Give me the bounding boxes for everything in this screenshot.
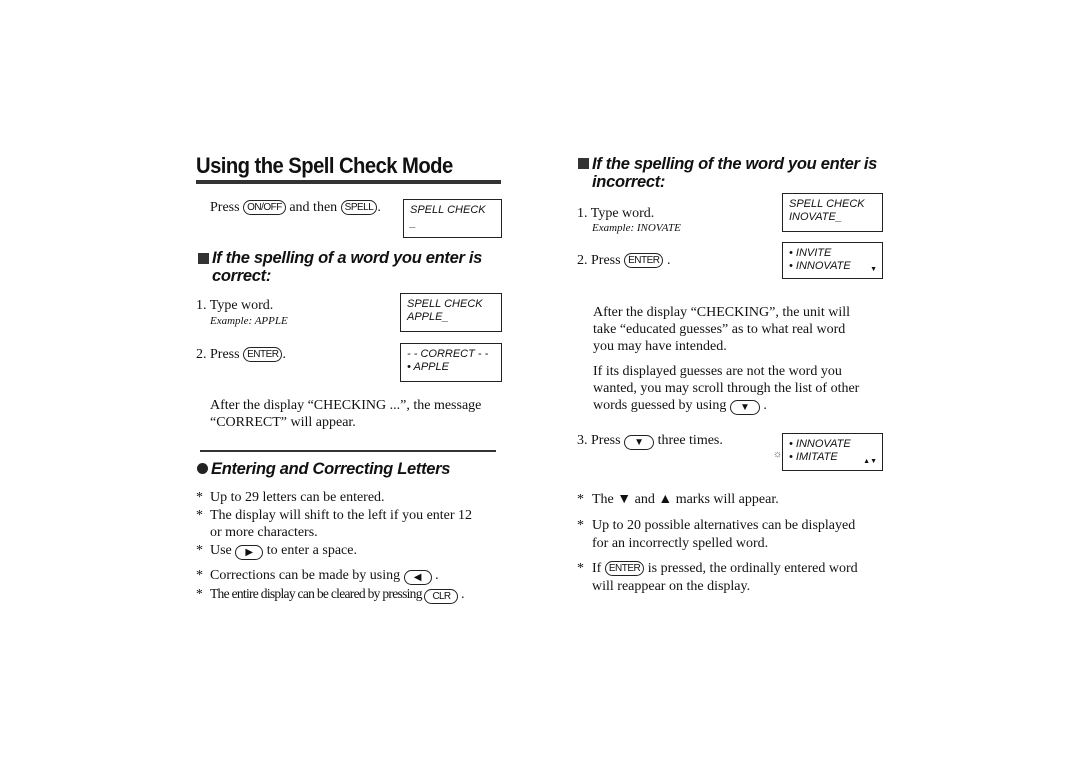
bullet-list: * Up to 29 letters can be entered. * The d… [196,490,473,604]
lcd-line: SPELL CHECK [410,204,486,216]
lcd-line: _ [410,217,417,229]
right-arrow-key-icon: ▶ [235,544,264,560]
intro-text: Press ON/OFF and then SPELL. [210,200,381,215]
section-heading-incorrect: If the spelling of the word you enter is… [592,155,878,191]
paragraph: After the display “CHECKING”, the unit w… [593,305,851,354]
clr-key: CLR [424,588,459,604]
square-bullet-icon [198,253,209,264]
lcd-line: SPELL CHECK [407,298,483,310]
step-2: 2. Press ENTER. [196,347,286,362]
list-item: for an incorrectly spelled word. [592,535,769,551]
list-item: Up to 29 letters can be entered. [210,490,385,505]
section-heading-entering: Entering and Correcting Letters [211,460,451,478]
list-item: * The entire display can be cleared by pr… [196,585,464,604]
list-item: or more characters. [210,525,318,540]
lcd-line: • APPLE [407,361,449,373]
bullet-list: * The ▼ and ▲ marks will appear. * Up to 2… [577,492,858,594]
lcd-line: • INVITE [789,247,832,259]
paragraph: After the display “CHECKING ...”, the me… [210,398,482,430]
square-bullet-icon [578,158,589,169]
enter-key: ENTER [624,253,664,268]
lcd-display-spell-check: SPELL CHECK _ [403,199,502,238]
down-indicator-icon: ▼ [870,266,877,273]
list-item: * Corrections can be made by using ◀ . [196,567,439,585]
on-off-key: ON/OFF [243,200,286,215]
list-item: will reappear on the display. [592,578,751,594]
list-item: Up to 20 possible alternatives can be di… [592,518,856,533]
enter-key: ENTER [604,560,645,576]
step-2: 2. Press ENTER . [577,253,671,268]
lcd-line: INOVATE_ [789,211,842,223]
example-text: Example: APPLE [210,315,288,327]
down-arrow-key-icon: ▼ [624,435,655,450]
lcd-line: SPELL CHECK [789,198,865,210]
list-item: The ▼ and ▲ marks will appear. [592,492,779,507]
up-down-indicator-icon: ▲▼ [863,458,877,465]
divider [200,450,496,452]
lcd-line: - - CORRECT - - [407,348,489,360]
down-arrow-key-icon: ▼ [729,400,760,415]
lcd-display-correct: - - CORRECT - - • APPLE [400,343,502,382]
section-heading-correct: If the spelling of a word you enter is co… [212,249,483,285]
spell-key: SPELL [340,200,378,215]
list-item: * Use ▶ to enter a space. [196,542,357,560]
lcd-line: • INNOVATE [789,438,851,450]
step-1: 1. Type word. [577,206,655,221]
enter-key: ENTER [243,347,283,362]
left-arrow-key-icon: ◀ [403,569,432,585]
lcd-line: APPLE_ [407,311,449,323]
title-rule [196,180,501,184]
step-1: 1. Type word. [196,298,274,313]
lcd-display-inovate: SPELL CHECK INOVATE_ [782,193,883,232]
page-title: Using the Spell Check Mode [196,153,453,178]
blinking-cursor-icon: ☼ [773,449,783,460]
list-item: The display will shift to the left if yo… [210,507,473,523]
lcd-display-imitate: • INNOVATE • IMITATE ▲▼ [782,433,883,471]
lcd-line: • INNOVATE [789,260,851,272]
lcd-display-guesses: • INVITE • INNOVATE ▼ [782,242,883,279]
example-text: Example: INOVATE [592,222,681,234]
list-item: * If ENTER is pressed, the ordinally ente… [577,560,858,576]
circle-bullet-icon [197,463,208,474]
lcd-display-apple: SPELL CHECK APPLE_ [400,293,502,332]
paragraph: If its displayed guesses are not the wor… [593,364,860,415]
step-3: 3. Press ▼ three times. [577,433,723,450]
